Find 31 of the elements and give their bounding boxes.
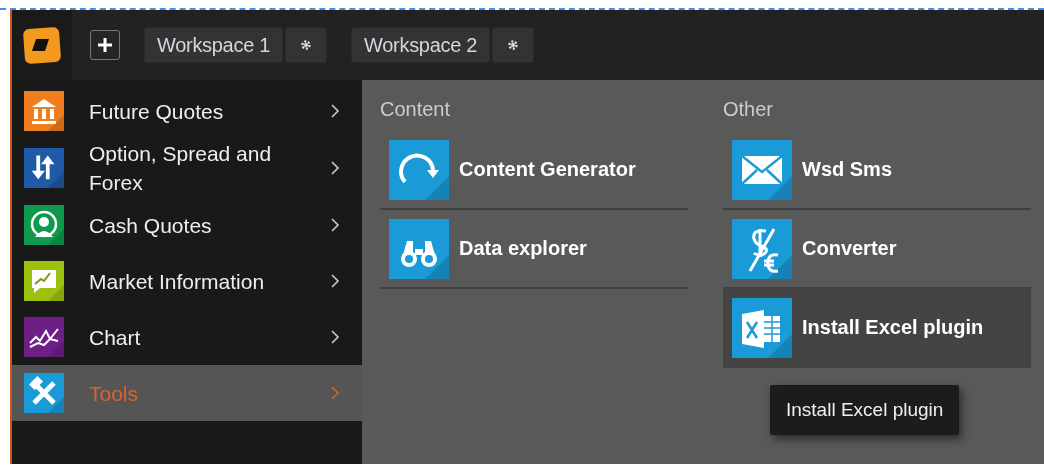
settings-button[interactable] <box>492 27 535 63</box>
menu-item[interactable]: Cash Quotes <box>12 197 362 253</box>
section-heading: Other <box>723 98 775 121</box>
chevron-right-icon <box>330 273 340 289</box>
tool-item[interactable]: Wsd Sms <box>723 131 1031 210</box>
section-heading: Content <box>380 98 452 121</box>
menu-item[interactable]: Market Information <box>12 253 362 309</box>
workspace-tab[interactable]: Workspace 1 <box>144 27 284 63</box>
plus-icon <box>97 37 113 53</box>
chevron-right-icon <box>330 103 340 119</box>
menu-item[interactable]: Chart <box>12 309 362 365</box>
logo-icon[interactable] <box>22 25 62 65</box>
chevron-right-icon <box>330 217 340 233</box>
chevron-right-icon <box>330 160 340 176</box>
chevron-right-icon <box>330 385 340 401</box>
add-workspace-button[interactable] <box>90 30 120 60</box>
chevron-right-icon <box>330 329 340 345</box>
settings-button[interactable] <box>285 27 328 63</box>
envelope-icon <box>732 139 792 200</box>
tool-item[interactable]: Content Generator <box>380 131 688 210</box>
menu-item[interactable]: Option, Spread and Forex <box>12 139 362 197</box>
tool-item[interactable]: Install Excel plugin <box>723 289 1031 368</box>
gear-icon <box>507 39 520 51</box>
gear-icon <box>300 39 313 51</box>
currency-icon <box>732 218 792 279</box>
tooltip: Install Excel plugin <box>770 385 960 435</box>
binoculars-icon <box>389 218 449 279</box>
workspace-tab[interactable]: Workspace 2 <box>351 27 491 63</box>
spreadsheet-icon <box>732 297 792 358</box>
tool-item[interactable]: Data explorer <box>380 210 688 289</box>
menu-item[interactable]: Future Quotes <box>12 83 362 139</box>
